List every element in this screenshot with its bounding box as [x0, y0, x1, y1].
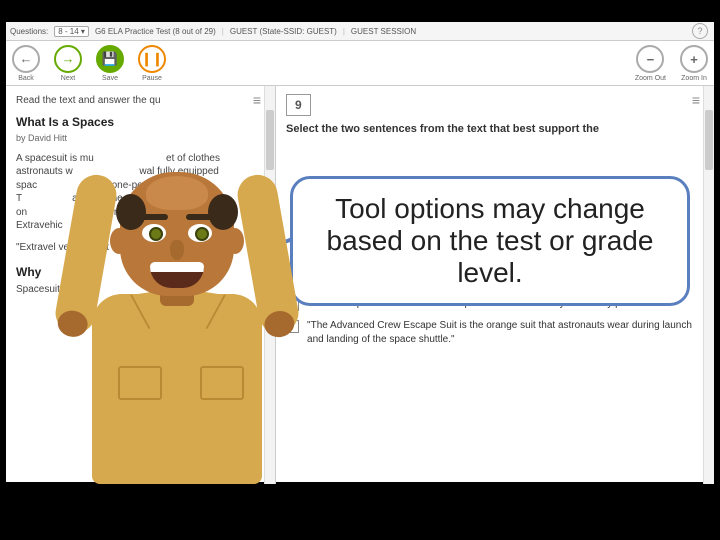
back-icon: ←: [12, 45, 40, 73]
callout-text: Tool options may change based on the tes…: [309, 193, 671, 290]
option-d[interactable]: "The Advanced Crew Escape Suit is the or…: [286, 319, 704, 346]
next-icon: →: [54, 45, 82, 73]
user-label: GUEST (State-SSID: GUEST): [230, 27, 337, 36]
test-title: G6 ELA Practice Test (8 out of 29): [95, 27, 216, 36]
questions-label: Questions:: [10, 27, 48, 36]
zoom-in-icon: +: [680, 45, 708, 73]
back-button[interactable]: ← Back: [12, 45, 40, 82]
passage-title: What Is a Spaces: [16, 114, 265, 130]
speech-callout: Tool options may change based on the tes…: [290, 176, 690, 306]
question-scrollbar[interactable]: [703, 86, 714, 484]
passage-menu-icon[interactable]: ≡: [253, 92, 261, 108]
pause-button[interactable]: ❙❙ Pause: [138, 45, 166, 82]
zoom-in-button[interactable]: + Zoom In: [680, 45, 708, 82]
passage-instruction: Read the text and answer the qu: [16, 94, 265, 108]
narrator-character: [72, 154, 282, 484]
question-menu-icon[interactable]: ≡: [692, 92, 700, 108]
zoom-out-icon: −: [636, 45, 664, 73]
question-number: 9: [286, 94, 311, 116]
header-bar: Questions: 8 - 14 ▾ G6 ELA Practice Test…: [6, 22, 714, 41]
toolbar: ← Back → Next 💾 Save ❙❙ Pause − Zoom Out: [6, 41, 714, 86]
next-button[interactable]: → Next: [54, 45, 82, 82]
save-icon: 💾: [96, 45, 124, 73]
pause-icon: ❙❙: [138, 45, 166, 73]
help-icon[interactable]: ?: [692, 23, 708, 39]
questions-dropdown[interactable]: 8 - 14 ▾: [54, 26, 89, 37]
save-button[interactable]: 💾 Save: [96, 45, 124, 82]
session-label: GUEST SESSION: [351, 27, 416, 36]
passage-byline: by David Hitt: [16, 132, 265, 144]
question-prompt: Select the two sentences from the text t…: [286, 122, 704, 137]
zoom-out-button[interactable]: − Zoom Out: [635, 45, 666, 82]
